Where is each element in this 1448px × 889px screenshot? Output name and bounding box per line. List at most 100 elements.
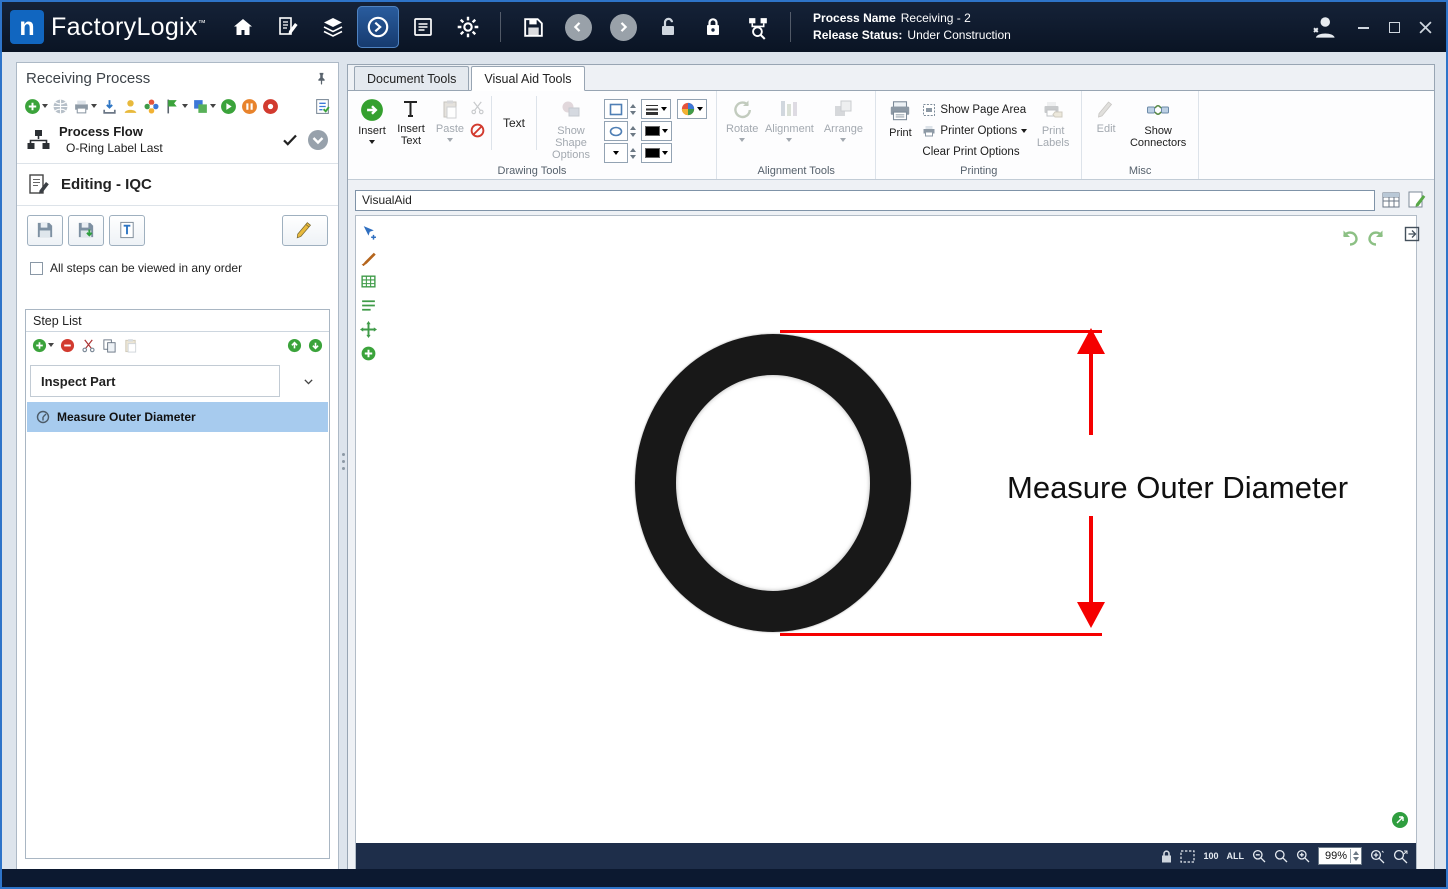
dimension-line-top[interactable] <box>780 330 1102 333</box>
tab-visual-aid-tools[interactable]: Visual Aid Tools <box>471 66 584 91</box>
cut-icon[interactable] <box>470 100 485 115</box>
zoom-pan-icon[interactable] <box>1274 849 1288 863</box>
edit-visualaid-icon[interactable] <box>1406 190 1427 211</box>
annotate-button[interactable] <box>282 215 328 246</box>
show-connectors-button[interactable]: Show Connectors <box>1124 94 1192 153</box>
edit-button[interactable]: Edit <box>1088 94 1124 139</box>
process-navigator-button[interactable] <box>357 6 399 48</box>
zoom-level-spinner[interactable] <box>1350 849 1361 863</box>
alignment-button[interactable]: Alignment <box>761 94 817 146</box>
insert-text-button[interactable]: Insert Text <box>390 94 432 151</box>
maximize-button[interactable] <box>1388 21 1401 34</box>
rotate-button[interactable]: Rotate <box>723 94 761 146</box>
copy-step-button[interactable] <box>102 338 117 353</box>
pause-icon[interactable] <box>241 98 258 115</box>
resume-icon[interactable] <box>220 98 237 115</box>
add-step-button[interactable] <box>32 338 54 353</box>
dimension-arrowhead-up[interactable] <box>1077 328 1105 354</box>
pin-icon[interactable] <box>314 71 329 86</box>
visual-aid-name-input[interactable] <box>355 190 1375 211</box>
zoom-level-select[interactable]: 99% <box>1318 847 1362 865</box>
pan-indicator-icon[interactable] <box>1392 812 1408 828</box>
stop-icon[interactable] <box>262 98 279 115</box>
move-tool-icon[interactable] <box>360 321 377 338</box>
annotation-text[interactable]: Measure Outer Diameter <box>1007 470 1348 506</box>
dimension-line-bottom[interactable] <box>780 633 1102 636</box>
square-shape-select[interactable] <box>604 99 628 119</box>
fill-color-select[interactable] <box>641 121 672 141</box>
grid-tool-icon[interactable] <box>360 273 377 290</box>
shape-spinner[interactable] <box>630 148 636 159</box>
zoom-in-plus-icon[interactable] <box>1370 849 1385 864</box>
minimize-button[interactable] <box>1357 21 1370 34</box>
paste-button[interactable]: Paste <box>432 94 468 146</box>
dimension-arrow-down-shaft[interactable] <box>1089 516 1093 604</box>
save-step-button[interactable] <box>27 215 63 246</box>
fullscreen-icon[interactable] <box>1404 226 1420 242</box>
arrange-button[interactable]: Arrange <box>817 94 869 146</box>
shape-spinner[interactable] <box>630 126 636 137</box>
panel-splitter[interactable] <box>341 62 346 870</box>
remove-step-button[interactable] <box>60 338 75 353</box>
save-button[interactable] <box>512 6 554 48</box>
back-button[interactable] <box>557 6 599 48</box>
tab-document-tools[interactable]: Document Tools <box>354 66 469 91</box>
preferences-icon[interactable] <box>143 98 160 115</box>
line-color-select[interactable] <box>641 143 672 163</box>
zoom-100-button[interactable]: 100 <box>1203 851 1218 861</box>
deactivate-button[interactable] <box>307 129 329 151</box>
step-item-measure-outer-diameter[interactable]: Measure Outer Diameter <box>27 402 328 432</box>
add-node-tool-icon[interactable] <box>360 345 377 362</box>
status-lock-icon[interactable] <box>1161 850 1172 863</box>
shape-spinner[interactable] <box>630 104 636 115</box>
print-labels-button[interactable]: Print Labels <box>1031 94 1075 153</box>
cut-step-button[interactable] <box>81 338 96 353</box>
brush-tool-icon[interactable] <box>360 249 377 266</box>
process-flow-row[interactable]: Process Flow O-Ring Label Last <box>17 119 338 164</box>
settings-button[interactable] <box>447 6 489 48</box>
print-button[interactable] <box>73 98 97 115</box>
dimension-arrowhead-down[interactable] <box>1077 602 1105 628</box>
close-button[interactable] <box>1419 21 1432 34</box>
step-group-inspect-part[interactable]: Inspect Part <box>30 365 280 397</box>
zoom-out-icon[interactable] <box>1252 849 1266 863</box>
delete-icon[interactable] <box>470 123 485 138</box>
text-button[interactable]: Text <box>496 94 532 152</box>
layers-button[interactable] <box>192 98 216 115</box>
move-down-button[interactable] <box>308 338 323 353</box>
dimension-arrow-up-shaft[interactable] <box>1089 352 1093 435</box>
forward-button[interactable] <box>602 6 644 48</box>
ellipse-shape-select[interactable] <box>604 121 628 141</box>
chevron-down-icon[interactable] <box>302 375 315 388</box>
home-button[interactable] <box>222 6 264 48</box>
clear-print-options-button[interactable]: Clear Print Options <box>922 142 1027 161</box>
select-tool-icon[interactable] <box>360 225 377 242</box>
user-logout-icon[interactable] <box>1309 12 1339 42</box>
zoom-fit-icon[interactable] <box>1393 849 1408 864</box>
template-button[interactable] <box>109 215 145 246</box>
zoom-region-icon[interactable] <box>1296 849 1310 863</box>
checklist-button[interactable] <box>314 98 331 115</box>
zoom-all-button[interactable]: ALL <box>1227 851 1245 861</box>
table-view-icon[interactable] <box>1380 190 1401 211</box>
save-import-button[interactable] <box>68 215 104 246</box>
process-search-button[interactable] <box>737 6 779 48</box>
shape-more-select[interactable] <box>604 143 628 163</box>
move-up-button[interactable] <box>287 338 302 353</box>
show-shape-options-button[interactable]: Show Shape Options <box>541 94 601 165</box>
show-page-area-button[interactable]: Show Page Area <box>922 100 1027 119</box>
order-checkbox[interactable] <box>30 262 43 275</box>
redo-icon[interactable] <box>1366 228 1386 246</box>
flag-button[interactable] <box>164 98 188 115</box>
print-button-ribbon[interactable]: Print <box>882 94 918 143</box>
visual-aid-canvas[interactable]: Measure Outer Diameter 100 ALL 99% <box>355 215 1417 870</box>
undo-icon[interactable] <box>1340 228 1360 246</box>
line-style-select[interactable] <box>641 99 671 119</box>
operator-icon[interactable] <box>122 98 139 115</box>
process-definition-button[interactable] <box>267 6 309 48</box>
add-button[interactable] <box>24 98 48 115</box>
import-icon[interactable] <box>101 98 118 115</box>
insert-button[interactable]: Insert <box>354 94 390 148</box>
paste-step-button[interactable] <box>123 338 138 353</box>
lock-button[interactable] <box>692 6 734 48</box>
